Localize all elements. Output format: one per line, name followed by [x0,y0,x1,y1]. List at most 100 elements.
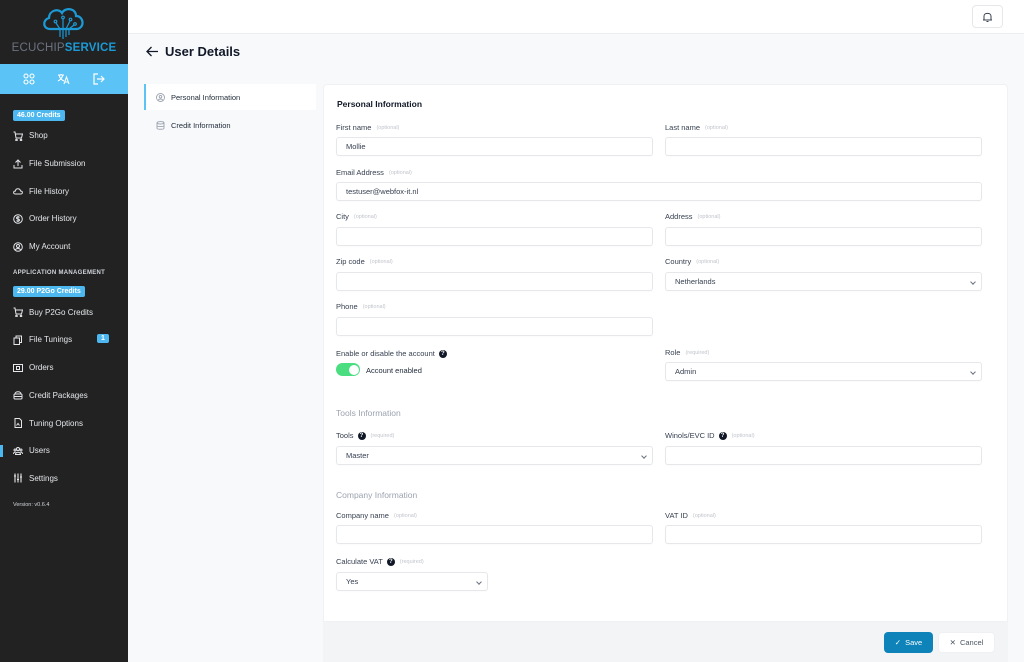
company-section-title: Company Information [336,490,418,500]
cancel-label: Cancel [959,638,984,647]
account-enabled-label: Account enabled [366,366,422,375]
help-icon[interactable]: ? [718,431,727,440]
nav-item-file-tunings[interactable]: File Tunings 1 [0,326,128,354]
account-enabled-toggle[interactable] [336,363,360,376]
p2go-credits-badge: 29.00 P2Go Credits [13,286,85,298]
address-input[interactable] [665,227,982,246]
quick-actions-bar [0,64,128,94]
nav-label: My Account [29,242,71,252]
package-icon [13,390,23,400]
last-name-input[interactable] [665,137,982,156]
help-icon[interactable]: ? [438,349,447,358]
cart-icon [13,131,23,141]
back-arrow-icon[interactable] [146,46,159,57]
calculate-vat-select[interactable]: Yes [336,572,488,591]
label-text: Calculate VAT [336,557,383,566]
email-input[interactable]: testuser@webfox-it.nl [336,182,982,201]
label-text: Enable or disable the account [336,349,435,358]
nav-item-file-history[interactable]: File History [0,177,128,205]
translate-icon[interactable] [55,70,73,88]
tools-select[interactable]: Master [336,446,653,465]
city-input[interactable] [336,227,653,246]
database-icon [156,120,165,130]
files-icon [13,335,23,345]
main-nav: Shop File Submission File History Order … [0,122,128,260]
logo[interactable]: ECUCHIPSERVICE [0,0,128,64]
label-text: Email Address [336,168,384,177]
file-tunings-count-badge: 1 [97,334,109,344]
section-title-app-management: APPLICATION MANAGEMENT [13,270,106,277]
first-name-input[interactable]: Mollie [336,137,653,156]
nav-item-buy-p2go-credits[interactable]: Buy P2Go Credits [0,298,128,326]
tools-label: Tools? (required) [336,431,394,440]
calculate-vat-label: Calculate VAT? (required) [336,557,424,566]
address-label: Address (optional) [665,212,720,221]
label-text: Role [665,348,681,357]
winols-id-input[interactable] [665,446,982,465]
admin-nav: Buy P2Go Credits File Tunings 1 Orders C… [0,298,128,492]
notifications-button[interactable] [972,5,1003,28]
zip-input[interactable] [336,272,653,291]
dollar-icon [13,214,23,224]
label-text: VAT ID [665,511,688,520]
logout-icon[interactable] [90,70,108,88]
tab-personal-information[interactable]: Personal Information [144,84,316,110]
label-text: First name [336,123,372,132]
optional-hint: (optional) [731,432,755,439]
top-header [128,0,1024,34]
cloud-chip-logo-icon [43,8,84,39]
nav-label: Shop [29,131,48,141]
label-text: Phone [336,302,358,311]
save-label: Save [905,638,923,647]
nav-item-orders[interactable]: Orders [0,354,128,382]
help-icon[interactable]: ? [386,557,395,566]
role-select[interactable]: Admin [665,362,982,381]
user-detail-tabs: Personal Information Credit Information [144,84,316,140]
country-select[interactable]: Netherlands [665,272,982,291]
apps-icon[interactable] [20,70,38,88]
nav-item-credit-packages[interactable]: Credit Packages [0,382,128,410]
nav-item-tuning-options[interactable]: Tuning Options [0,409,128,437]
label-text: Country [665,257,692,266]
nav-item-file-submission[interactable]: File Submission [0,150,128,178]
tools-section-title: Tools Information [336,408,401,418]
page-title: User Details [165,44,241,59]
country-label: Country (optional) [665,257,719,266]
optional-hint: (optional) [692,512,716,519]
tab-credit-information[interactable]: Credit Information [144,112,316,138]
nav-label: Settings [29,473,58,483]
nav-item-order-history[interactable]: Order History [0,205,128,233]
nav-item-shop[interactable]: Shop [0,122,128,150]
optional-hint: (optional) [705,124,728,131]
optional-hint: (optional) [362,303,386,310]
close-icon: ✕ [949,638,956,647]
orders-icon [13,363,23,373]
save-button[interactable]: ✓ Save [884,632,933,653]
label-text: City [336,212,349,221]
nav-item-users[interactable]: Users [0,437,128,465]
optional-hint: (optional) [393,512,417,519]
tab-label: Credit Information [171,120,231,130]
label-text: Winols/EVC ID [665,431,715,440]
nav-label: File History [29,186,70,196]
label-text: Last name [665,123,701,132]
phone-input[interactable] [336,317,653,336]
label-text: Address [665,212,693,221]
required-hint: (required) [399,558,424,565]
last-name-label: Last name (optional) [665,123,728,132]
cancel-button[interactable]: ✕ Cancel [938,632,995,653]
optional-hint: (optional) [353,213,377,220]
help-icon[interactable]: ? [357,431,366,440]
users-icon [13,446,23,456]
nav-item-settings[interactable]: Settings [0,465,128,493]
nav-item-my-account[interactable]: My Account [0,233,128,261]
credits-badge: 46.00 Credits [13,110,65,121]
sliders-icon [13,473,23,483]
optional-hint: (optional) [388,169,412,176]
brand-name: ECUCHIPSERVICE [11,42,117,54]
company-name-input[interactable] [336,525,653,544]
vat-id-input[interactable] [665,525,982,544]
nav-label: Buy P2Go Credits [29,307,94,317]
cart-icon [13,307,23,318]
vat-id-label: VAT ID (optional) [665,511,716,520]
